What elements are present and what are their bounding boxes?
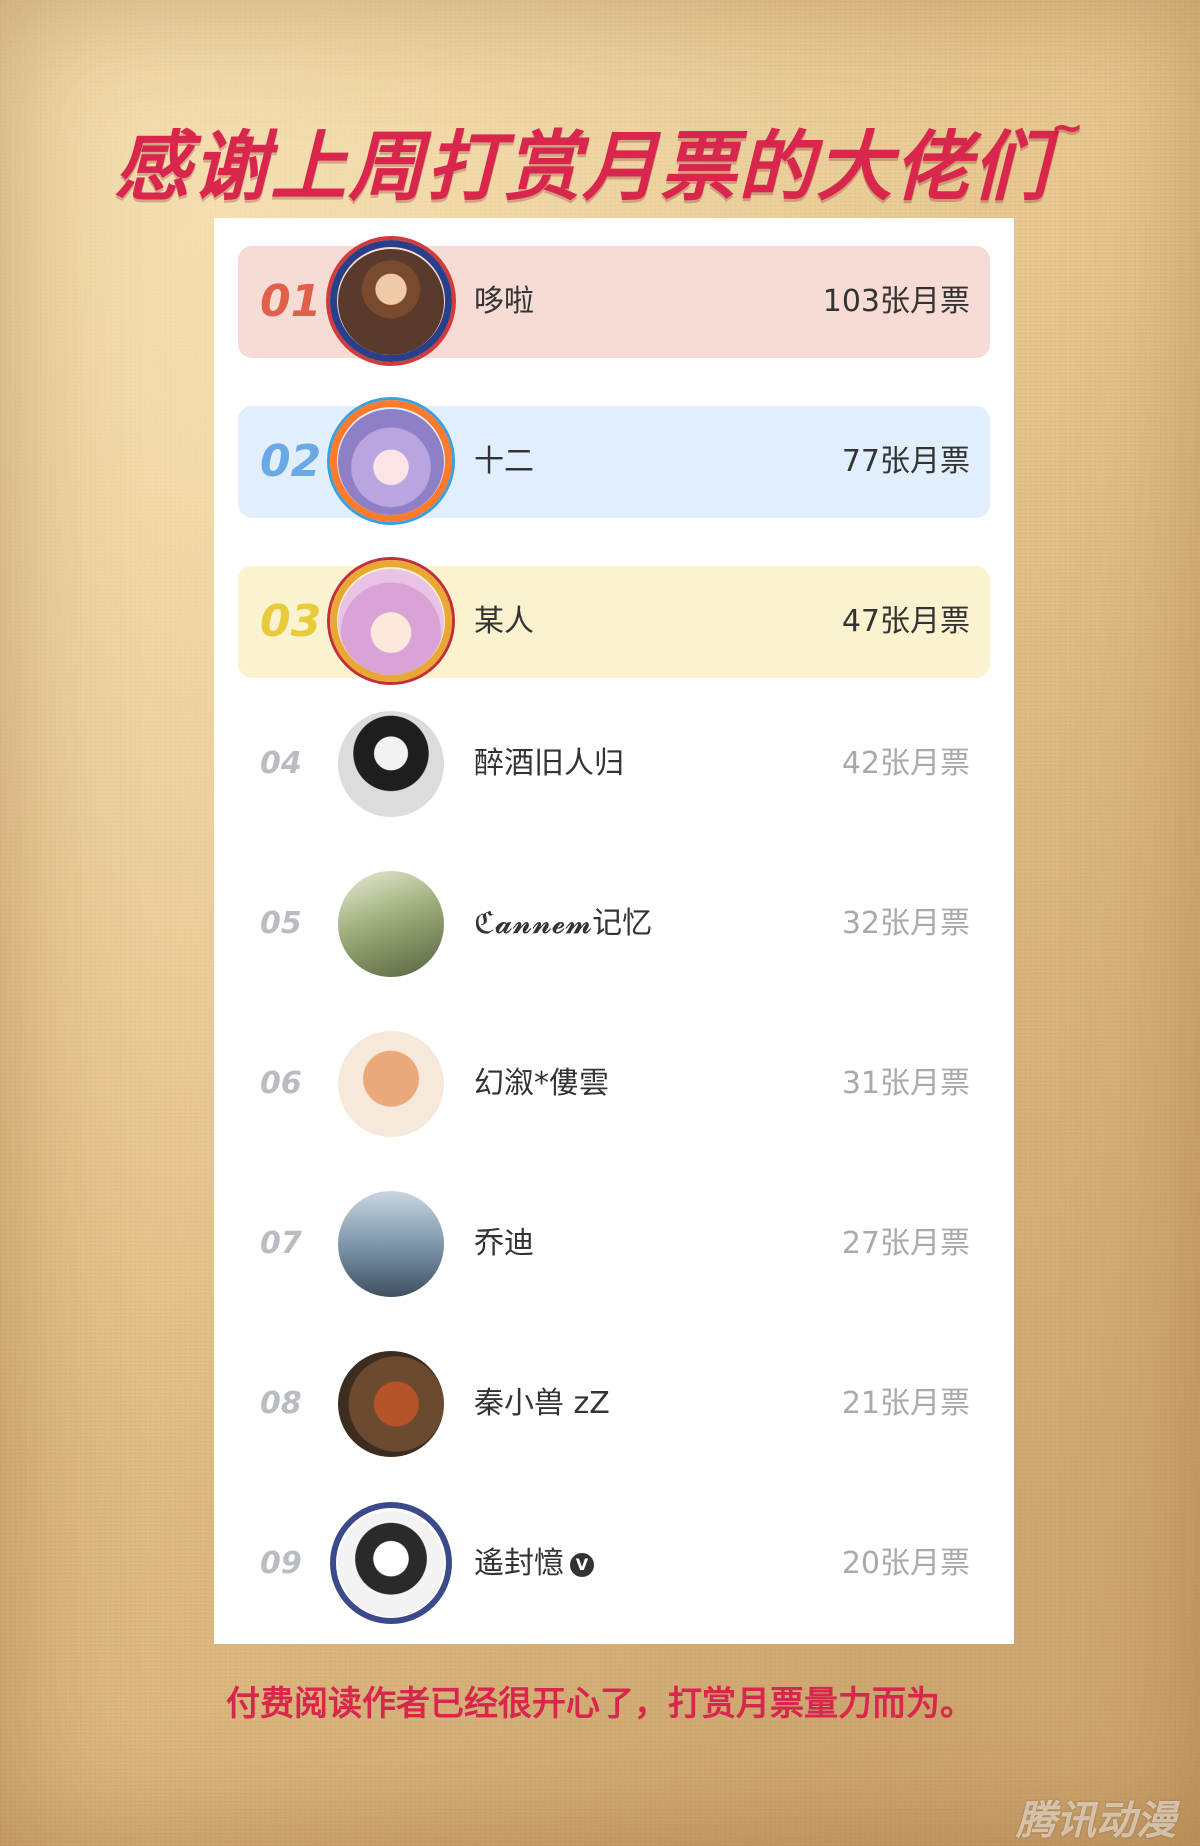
title-tilde: ~ bbox=[1050, 105, 1086, 151]
rank-number: 01 bbox=[260, 276, 322, 327]
avatar-frame bbox=[330, 240, 452, 362]
ticket-count: 77张月票 bbox=[841, 444, 970, 479]
red-panda-avatar[interactable] bbox=[338, 1351, 444, 1457]
leaderboard-row-5[interactable]: 05 ℭ𝓪𝓷𝓷𝓮𝓶记忆 32张月票 bbox=[238, 868, 990, 980]
cartoon-dog-avatar[interactable] bbox=[338, 1031, 444, 1137]
ticket-count: 27张月票 bbox=[841, 1226, 970, 1261]
rank-number: 02 bbox=[260, 436, 322, 487]
title-text: 感谢上周打赏月票的大佬们 bbox=[114, 122, 1051, 211]
user-name: 幻溆*僂雲 bbox=[474, 1066, 609, 1101]
rank-number: 03 bbox=[260, 596, 322, 647]
seaside-avatar[interactable] bbox=[338, 1191, 444, 1297]
user-name: ℭ𝓪𝓷𝓷𝓮𝓶记忆 bbox=[474, 906, 653, 941]
user-name: 十二 bbox=[474, 444, 534, 479]
leaderboard-row-6[interactable]: 06 幻溆*僂雲 31张月票 bbox=[238, 1028, 990, 1140]
leaderboard-card: 01 哆啦 103张月票 02 十二 77张月票 03 某人 47张月票 04 … bbox=[214, 218, 1014, 1644]
leaderboard-row-1[interactable]: 01 哆啦 103张月票 bbox=[238, 240, 990, 362]
leaderboard-row-2[interactable]: 02 十二 77张月票 bbox=[238, 400, 990, 522]
ticket-count: 47张月票 bbox=[841, 604, 970, 639]
leaderboard-row-7[interactable]: 07 乔迪 27张月票 bbox=[238, 1188, 990, 1300]
rank-number: 07 bbox=[260, 1226, 302, 1261]
user-name-text: 遙封憶 bbox=[474, 1546, 564, 1581]
page-title: 感谢上周打赏月票的大佬们~ bbox=[0, 105, 1200, 215]
ticket-count: 20张月票 bbox=[841, 1546, 970, 1581]
rank-number: 09 bbox=[260, 1546, 302, 1581]
user-name: 某人 bbox=[474, 604, 534, 639]
rank-number: 08 bbox=[260, 1386, 302, 1421]
ticket-count: 21张月票 bbox=[841, 1386, 970, 1421]
ticket-count: 31张月票 bbox=[841, 1066, 970, 1101]
ticket-count: 32张月票 bbox=[841, 906, 970, 941]
leaderboard-row-9[interactable]: 09 遙封憶 V 20张月票 bbox=[238, 1502, 990, 1624]
rank-number: 05 bbox=[260, 906, 302, 941]
rank-number: 04 bbox=[260, 746, 302, 781]
leaderboard-row-8[interactable]: 08 秦小兽 zZ 21张月票 bbox=[238, 1348, 990, 1460]
user-name: 哆啦 bbox=[474, 284, 534, 319]
leaderboard-row-4[interactable]: 04 醉酒旧人归 42张月票 bbox=[238, 708, 990, 820]
avatar-frame bbox=[330, 400, 452, 522]
leaderboard-row-3[interactable]: 03 某人 47张月票 bbox=[238, 560, 990, 682]
user-name: 醉酒旧人归 bbox=[474, 746, 624, 781]
watermark-logo: 腾讯动漫 bbox=[1016, 1798, 1176, 1844]
verified-badge-icon: V bbox=[570, 1552, 594, 1577]
footer-note: 付费阅读作者已经很开心了，打赏月票量力而为。 bbox=[226, 1684, 974, 1724]
landscape-avatar[interactable] bbox=[338, 871, 444, 977]
ticket-count: 103张月票 bbox=[822, 284, 970, 319]
avatar-frame bbox=[330, 1502, 452, 1624]
user-name: 遙封憶 V bbox=[474, 1508, 594, 1620]
rank-number: 06 bbox=[260, 1066, 302, 1101]
user-name: 秦小兽 zZ bbox=[474, 1386, 610, 1421]
ticket-count: 42张月票 bbox=[841, 746, 970, 781]
avatar-frame bbox=[330, 560, 452, 682]
user-name: 乔迪 bbox=[474, 1226, 534, 1261]
suited-man-avatar[interactable] bbox=[338, 711, 444, 817]
